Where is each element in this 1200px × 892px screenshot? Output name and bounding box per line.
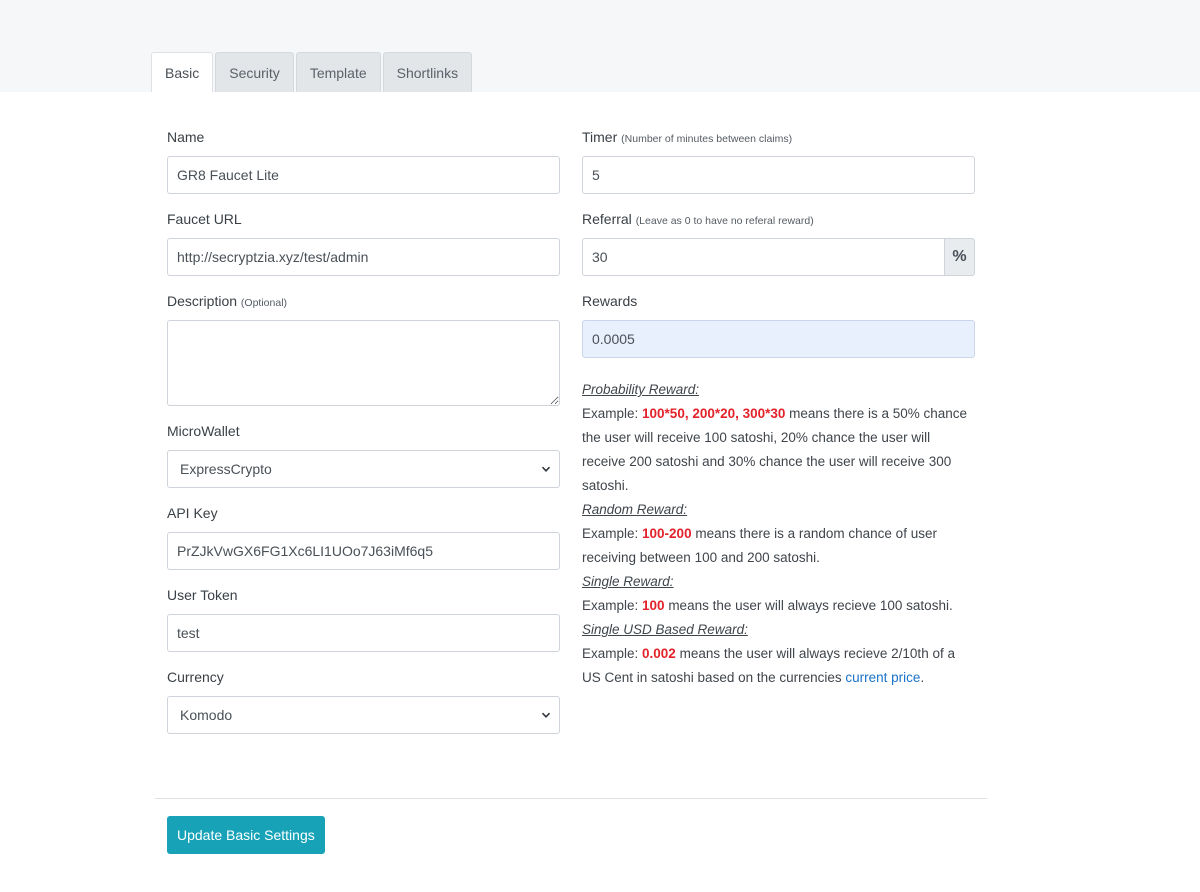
name-input[interactable] — [167, 156, 560, 194]
rewards-group: Rewards — [582, 292, 975, 358]
timer-note: (Number of minutes between claims) — [621, 133, 793, 145]
referral-group: Referral (Leave as 0 to have no referal … — [582, 210, 975, 276]
faucet-url-group: Faucet URL — [167, 210, 560, 276]
left-column: Name Faucet URL Description (Optional) M… — [167, 128, 560, 750]
referral-note: (Leave as 0 to have no referal reward) — [635, 215, 814, 227]
probability-reward-example: Example: 100*50, 200*20, 300*30 means th… — [582, 402, 975, 498]
currency-selected: Komodo — [180, 707, 233, 723]
currency-select[interactable]: Komodo — [167, 696, 560, 734]
user-token-input[interactable] — [167, 614, 560, 652]
tab-basic[interactable]: Basic — [151, 52, 214, 92]
current-price-link[interactable]: current price — [845, 670, 920, 685]
name-group: Name — [167, 128, 560, 194]
single-prefix: Example: — [582, 598, 643, 613]
tab-shortlinks[interactable]: Shortlinks — [382, 52, 473, 92]
chevron-down-icon — [541, 466, 551, 472]
usd-prefix: Example: — [582, 646, 643, 661]
form-divider — [155, 798, 987, 799]
usd-example-value: 0.002 — [642, 646, 676, 661]
single-text: means the user will always recieve 100 s… — [664, 598, 953, 613]
probability-example-value: 100*50, 200*20, 300*30 — [642, 406, 786, 421]
api-key-group: API Key — [167, 504, 560, 570]
microwallet-select[interactable]: ExpressCrypto — [167, 450, 560, 488]
single-reward-heading: Single Reward: — [582, 574, 674, 589]
random-reward-heading: Random Reward: — [582, 502, 688, 517]
name-label: Name — [167, 129, 205, 145]
faucet-url-label: Faucet URL — [167, 211, 242, 227]
rewards-help: Probability Reward: Example: 100*50, 200… — [582, 378, 975, 690]
rewards-label: Rewards — [582, 293, 638, 309]
single-example-value: 100 — [642, 598, 665, 613]
rewards-input[interactable] — [582, 320, 975, 358]
random-reward-example: Example: 100-200 means there is a random… — [582, 522, 975, 570]
percent-addon: % — [945, 238, 975, 276]
tab-security[interactable]: Security — [215, 52, 294, 92]
timer-group: Timer (Number of minutes between claims) — [582, 128, 975, 194]
random-prefix: Example: — [582, 526, 643, 541]
update-basic-settings-button[interactable]: Update Basic Settings — [167, 816, 325, 854]
timer-label: Timer (Number of minutes between claims) — [582, 128, 975, 146]
referral-label: Referral (Leave as 0 to have no referal … — [582, 210, 975, 228]
timer-label-text: Timer — [582, 129, 618, 145]
faucet-url-input[interactable] — [167, 238, 560, 276]
user-token-group: User Token — [167, 586, 560, 652]
tab-template[interactable]: Template — [295, 52, 381, 92]
referral-input[interactable] — [582, 238, 945, 276]
description-group: Description (Optional) — [167, 292, 560, 406]
usd-suffix: . — [920, 670, 925, 685]
description-textarea[interactable] — [167, 320, 560, 406]
user-token-label: User Token — [167, 587, 238, 603]
probability-reward-heading: Probability Reward: — [582, 382, 700, 397]
microwallet-selected: ExpressCrypto — [180, 461, 272, 477]
referral-input-group: % — [582, 238, 975, 276]
right-column: Timer (Number of minutes between claims)… — [582, 128, 975, 690]
random-example-value: 100-200 — [642, 526, 692, 541]
single-reward-example: Example: 100 means the user will always … — [582, 594, 975, 618]
currency-group: Currency Komodo — [167, 668, 560, 734]
usd-reward-heading: Single USD Based Reward: — [582, 622, 748, 637]
usd-reward-example: Example: 0.002 means the user will alway… — [582, 642, 975, 690]
description-label-text: Description — [167, 293, 238, 309]
referral-label-text: Referral — [582, 211, 632, 227]
currency-label: Currency — [167, 669, 224, 685]
microwallet-label: MicroWallet — [167, 423, 240, 439]
chevron-down-icon — [541, 712, 551, 718]
probability-prefix: Example: — [582, 406, 643, 421]
microwallet-group: MicroWallet ExpressCrypto — [167, 422, 560, 488]
description-optional-note: (Optional) — [240, 297, 288, 309]
api-key-label: API Key — [167, 505, 218, 521]
api-key-input[interactable] — [167, 532, 560, 570]
timer-input[interactable] — [582, 156, 975, 194]
settings-tabs: Basic Security Template Shortlinks — [151, 52, 473, 92]
description-label: Description (Optional) — [167, 292, 560, 310]
